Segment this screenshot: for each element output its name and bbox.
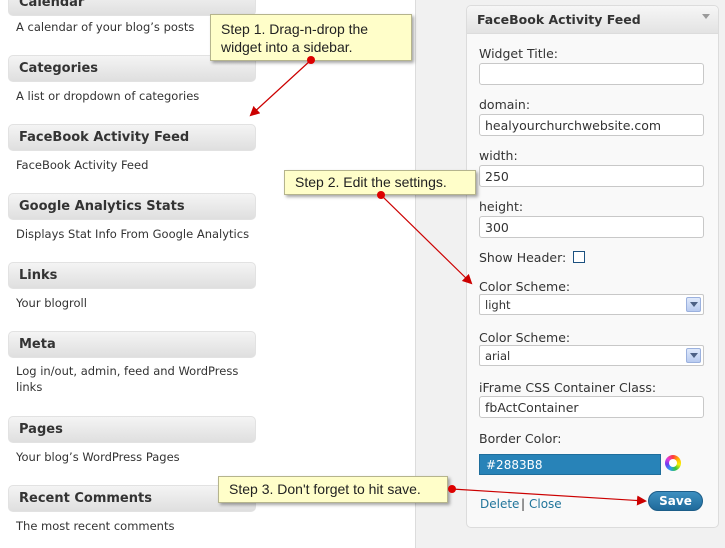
arrow-step3-dot xyxy=(448,485,456,493)
arrow-step1 xyxy=(249,59,312,117)
arrow-step3 xyxy=(451,488,647,506)
annotation-arrows xyxy=(249,56,647,506)
arrow-step2 xyxy=(380,194,473,285)
arrow-step1-dot xyxy=(307,56,315,64)
arrow-step2-dot xyxy=(377,191,385,199)
